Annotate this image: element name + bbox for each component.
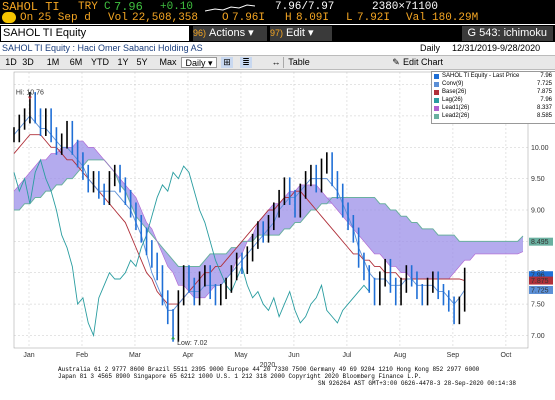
footer-line-2: Japan 81 3 4565 8900 Singapore 65 6212 1… xyxy=(58,373,422,380)
chart-legend[interactable]: SAHOL TI Equity - Last Price 7.96 Conv(9)… xyxy=(431,71,555,124)
security-name: SAHOL TI Equity : Haci Omer Sabanci Hold… xyxy=(2,43,203,53)
date-range[interactable]: 12/31/2019-9/28/2020 xyxy=(452,43,540,53)
interval-value: Daily xyxy=(185,58,206,68)
legend-swatch xyxy=(434,114,439,119)
footer: Australia 61 2 9777 8600 Brazil 5511 239… xyxy=(0,366,555,400)
range-max-button[interactable]: Max xyxy=(158,57,178,68)
x-tick-label: Feb xyxy=(76,352,88,359)
period-label: Daily xyxy=(420,43,441,53)
chart-type-icon[interactable]: ⊞ xyxy=(221,57,233,68)
legend-item: Base(26) 7.875 xyxy=(434,89,552,97)
legend-swatch xyxy=(434,106,439,111)
legend-swatch xyxy=(434,74,439,79)
actions-button[interactable]: 96) Actions ▾ xyxy=(193,26,267,41)
x-tick-label: Apr xyxy=(183,352,195,359)
price-label: 7.725 xyxy=(531,287,549,294)
high-annotation: Hi: 10.76 xyxy=(16,90,44,97)
edit-button[interactable]: 97) Edit ▾ xyxy=(270,26,332,41)
edit-chart-icon[interactable]: ✎ xyxy=(390,57,402,68)
legend-swatch xyxy=(434,98,439,103)
open-price: 7.96I xyxy=(232,12,266,24)
legend-label: SAHOL TI Equity - Last Price xyxy=(442,73,520,79)
edit-number: 97) xyxy=(270,28,284,38)
legend-value: 7.875 xyxy=(536,89,552,95)
quote-date: 25 Sep d xyxy=(38,12,91,24)
legend-label: Base(26) xyxy=(442,89,467,95)
legend-label: Lead1(26) xyxy=(442,105,470,111)
legend-item: Lead2(26) 8.585 xyxy=(434,113,552,121)
value-label: Val xyxy=(406,12,426,24)
x-tick-label: Mar xyxy=(129,352,142,359)
legend-label: Conv(9) xyxy=(442,81,464,87)
legend-label: Lag(26) xyxy=(442,97,463,103)
subtitle-bar: SAHOL TI Equity : Haci Omer Sabanci Hold… xyxy=(0,43,555,55)
chart-toolbar: 1D 3D 1M 6M YTD 1Y 5Y Max Daily ▾ ⊞ ≣ ↔ … xyxy=(0,55,555,70)
legend-item: Conv(9) 7.725 xyxy=(434,81,552,89)
range-1y-button[interactable]: 1Y xyxy=(116,57,130,68)
interval-select[interactable]: Daily ▾ xyxy=(181,57,217,68)
x-tick-label: May xyxy=(234,352,248,359)
legend-item: Lead1(26) 8.337 xyxy=(434,105,552,113)
legend-swatch xyxy=(434,82,439,87)
x-tick-label: Aug xyxy=(394,352,407,359)
chevron-down-icon: ▾ xyxy=(308,27,314,39)
y-tick-label: 9.50 xyxy=(531,176,545,183)
y-tick-label: 7.50 xyxy=(531,302,545,309)
legend-value: 7.725 xyxy=(536,81,552,87)
y-tick-label: 7.00 xyxy=(531,333,545,340)
table-button[interactable]: Table xyxy=(283,57,314,68)
actions-label: Actions xyxy=(209,27,246,39)
track-icon[interactable]: ↔ xyxy=(270,57,282,68)
quote-bar: SAHOL TI TRY C 7.96 +0.10 7.96/7.97 2380… xyxy=(0,0,555,24)
edit-chart-button[interactable]: Edit Chart xyxy=(402,57,444,68)
legend-value: 7.96 xyxy=(540,73,552,79)
status-icon xyxy=(2,12,16,23)
compare-icon[interactable]: ≣ xyxy=(240,57,252,68)
x-tick-label: Jun xyxy=(288,352,299,359)
footer-line-3: SN 926264 AST GMT+3:00 G626-4478-3 28-Se… xyxy=(318,380,517,387)
low-annotation: Low: 7.02 xyxy=(177,340,207,347)
security-input[interactable]: SAHOL TI Equity xyxy=(1,26,189,41)
legend-swatch xyxy=(434,90,439,95)
title-bar: SAHOL TI Equity 96) Actions ▾ 97) Edit ▾ G… xyxy=(0,25,555,42)
legend-label: Lead2(26) xyxy=(442,113,470,119)
market-status: On xyxy=(20,12,34,24)
range-5y-button[interactable]: 5Y xyxy=(135,57,149,68)
range-ytd-button[interactable]: YTD xyxy=(90,57,110,68)
volume: 22,508,358 xyxy=(132,12,199,24)
legend-value: 8.585 xyxy=(536,113,552,119)
legend-value: 7.96 xyxy=(540,97,552,103)
range-3d-button[interactable]: 3D xyxy=(20,57,36,68)
x-tick-label: Jul xyxy=(342,352,351,359)
range-1d-button[interactable]: 1D xyxy=(3,57,19,68)
high-label: H xyxy=(285,12,292,24)
legend-item: Lag(26) 7.96 xyxy=(434,97,552,105)
actions-number: 96) xyxy=(193,28,207,38)
legend-item: SAHOL TI Equity - Last Price 7.96 xyxy=(434,73,552,81)
function-label: G 543: ichimoku xyxy=(461,26,553,41)
x-tick-label: Oct xyxy=(500,352,511,359)
chevron-down-icon: ▾ xyxy=(248,27,254,39)
range-1m-button[interactable]: 1M xyxy=(45,57,61,68)
volume-label: Vol xyxy=(108,12,128,24)
edit-label: Edit xyxy=(286,27,305,39)
price-label: 8.495 xyxy=(531,239,549,246)
range-6m-button[interactable]: 6M xyxy=(68,57,84,68)
high-price: 8.09I xyxy=(296,12,330,24)
y-tick-label: 10.00 xyxy=(531,145,549,152)
legend-value: 8.337 xyxy=(536,105,552,111)
y-tick-label: 9.00 xyxy=(531,208,545,215)
low-label: L xyxy=(346,12,353,24)
traded-value: 180.29M xyxy=(432,12,479,24)
open-label: O xyxy=(222,12,229,24)
footer-line-1: Australia 61 2 9777 8600 Brazil 5511 239… xyxy=(58,366,480,373)
x-tick-label: Jan xyxy=(23,352,34,359)
price-label: 7.875 xyxy=(531,278,549,285)
low-price: 7.92I xyxy=(357,12,391,24)
x-tick-label: Sep xyxy=(447,352,460,359)
